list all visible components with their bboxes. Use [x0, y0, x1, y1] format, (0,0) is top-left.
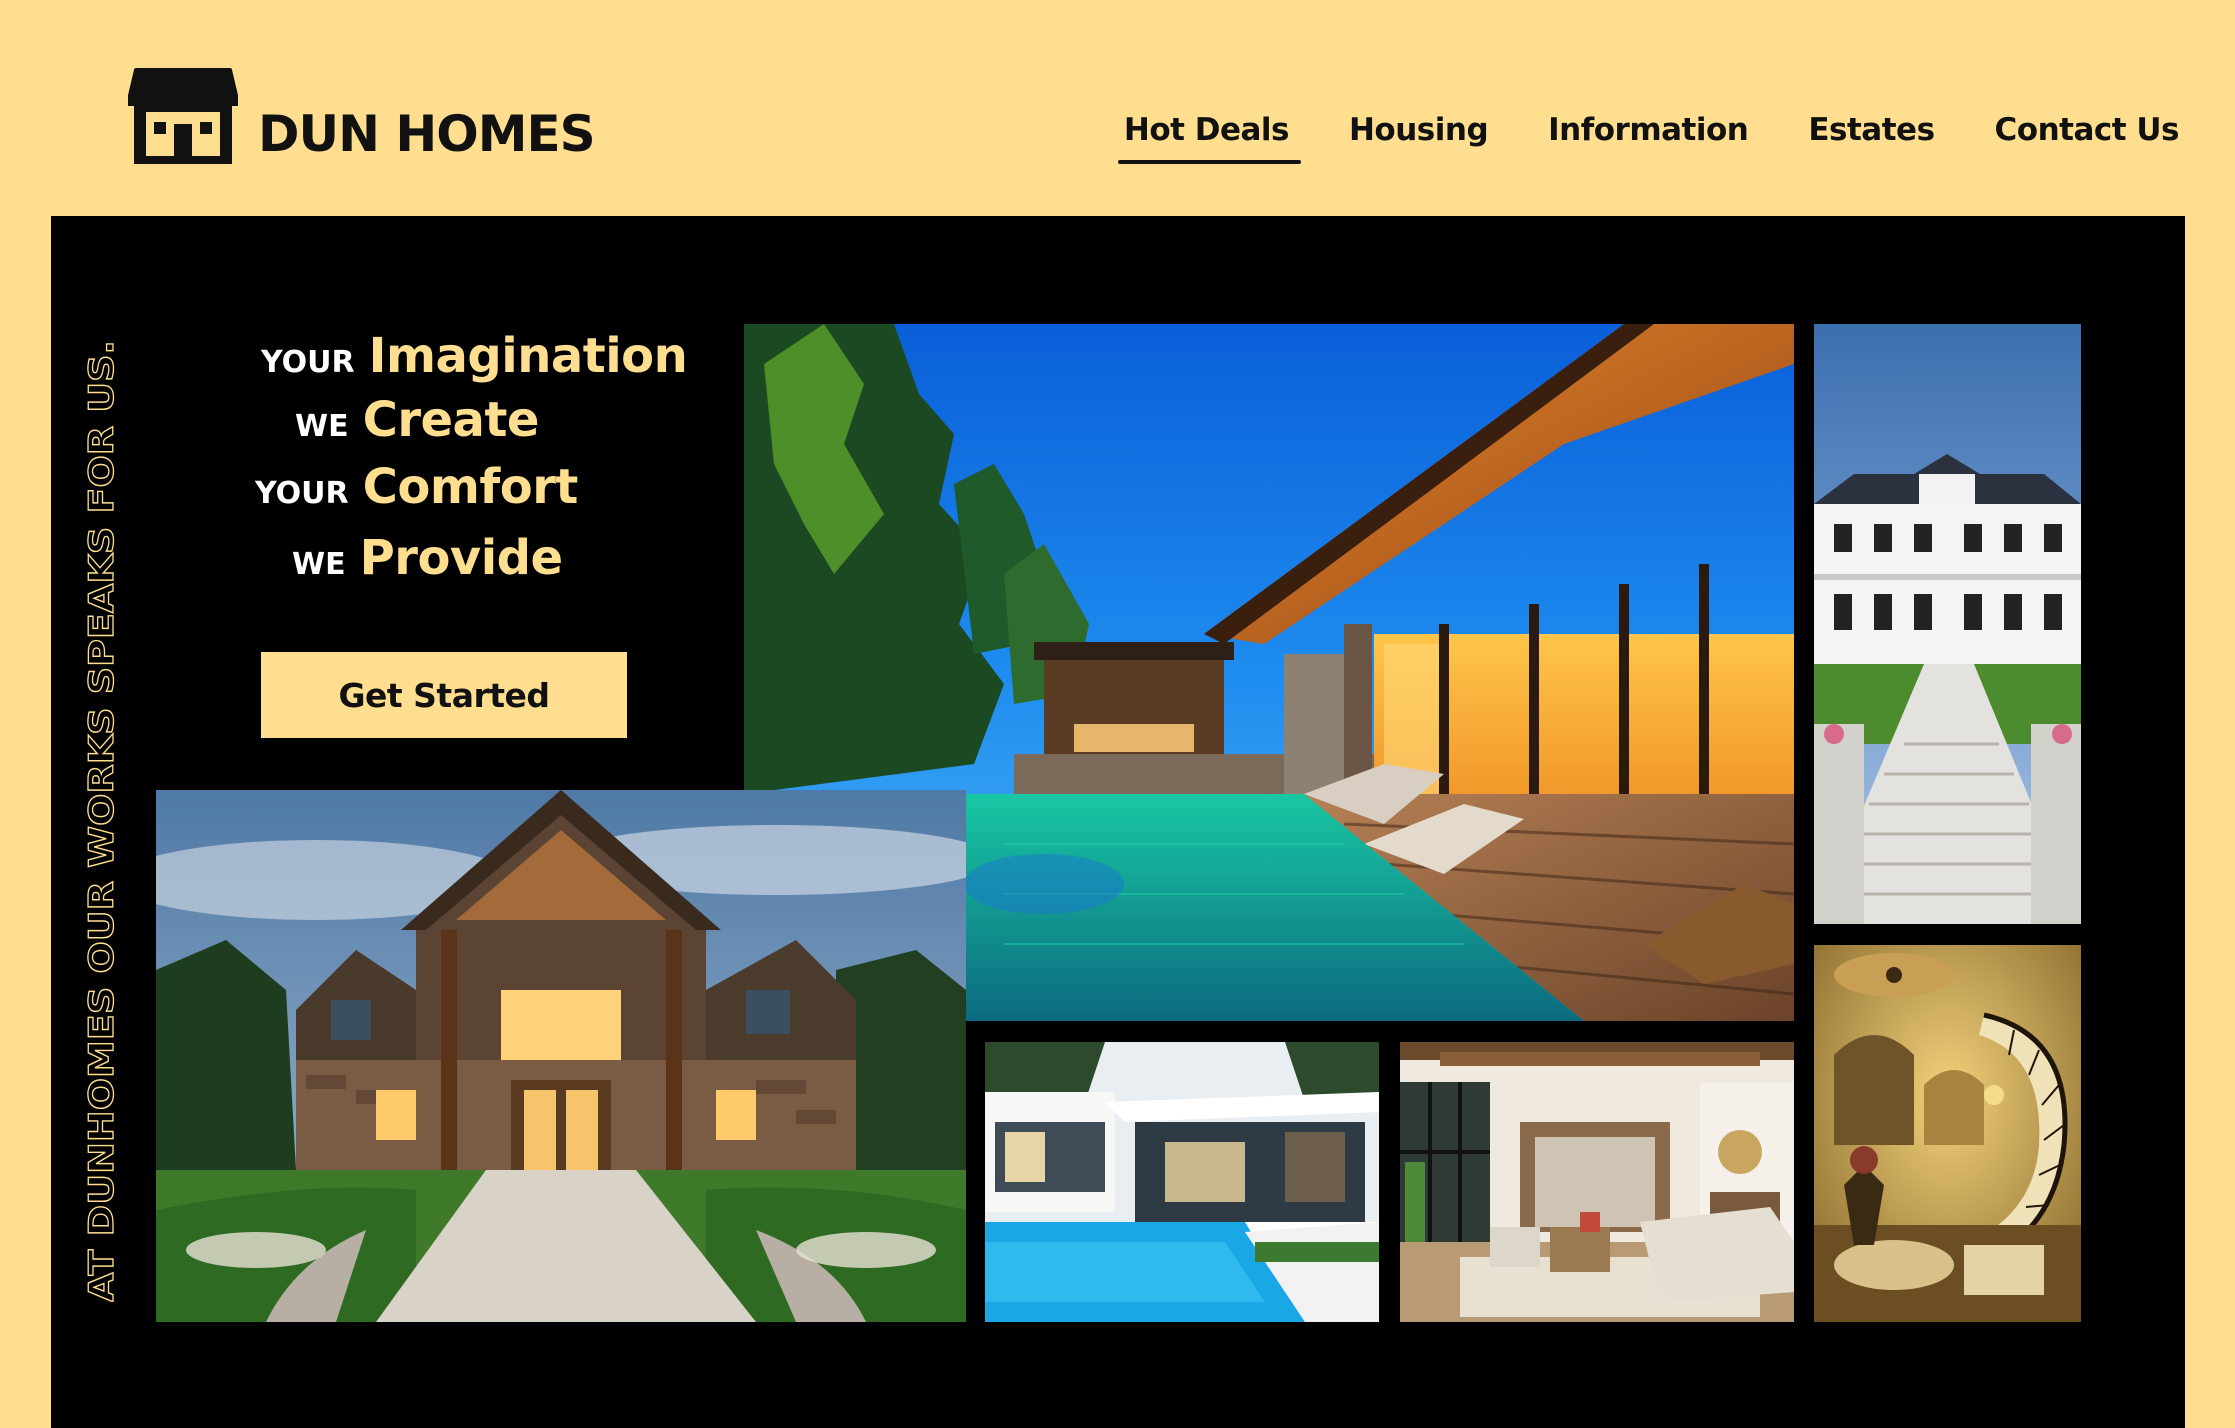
nav-information[interactable]: Information — [1548, 112, 1749, 148]
photo-craftsman-stone-house[interactable] — [156, 790, 966, 1322]
headline-line-1: YOUR Imagination — [261, 328, 688, 384]
nav-housing[interactable]: Housing — [1349, 112, 1489, 148]
headline-big-2: Create — [362, 392, 540, 448]
photo-white-mansion-staircase[interactable] — [1814, 324, 2081, 924]
headline-big-1: Imagination — [368, 328, 688, 384]
hero-section: AT DUNHOMES OUR WORKS SPEAKS FOR US. YOU… — [51, 216, 2185, 1428]
nav-contact-us[interactable]: Contact Us — [1995, 112, 2180, 148]
photo-grand-spiral-staircase[interactable] — [1814, 945, 2081, 1322]
vertical-tagline: AT DUNHOMES OUR WORKS SPEAKS FOR US. — [83, 337, 123, 1302]
nav-hot-deals[interactable]: Hot Deals — [1117, 112, 1302, 164]
nav-estates[interactable]: Estates — [1808, 112, 1935, 148]
headline-small-2: WE — [295, 409, 349, 444]
headline-small-3: YOUR — [255, 476, 349, 511]
headline-line-4: WE Provide — [292, 530, 563, 586]
photo-modern-white-pool-house[interactable] — [985, 1042, 1379, 1322]
headline-small-1: YOUR — [261, 345, 355, 380]
brand-name[interactable]: DUN HOMES — [258, 105, 596, 163]
tagline-text: AT DUNHOMES OUR WORKS SPEAKS FOR US. — [83, 340, 122, 1302]
headline-big-4: Provide — [359, 530, 563, 586]
photo-open-plan-living-room[interactable] — [1400, 1042, 1794, 1322]
headline-line-2: WE Create — [295, 392, 539, 448]
site-header: DUN HOMES Hot Deals Housing Information … — [0, 0, 2235, 216]
headline-big-3: Comfort — [362, 459, 579, 515]
main-nav: Hot Deals Housing Information Estates Co… — [1117, 112, 2180, 164]
headline-line-3: YOUR Comfort — [255, 459, 578, 515]
house-logo-icon[interactable] — [126, 66, 240, 168]
headline-small-4: WE — [292, 547, 346, 582]
get-started-button[interactable]: Get Started — [261, 652, 627, 738]
